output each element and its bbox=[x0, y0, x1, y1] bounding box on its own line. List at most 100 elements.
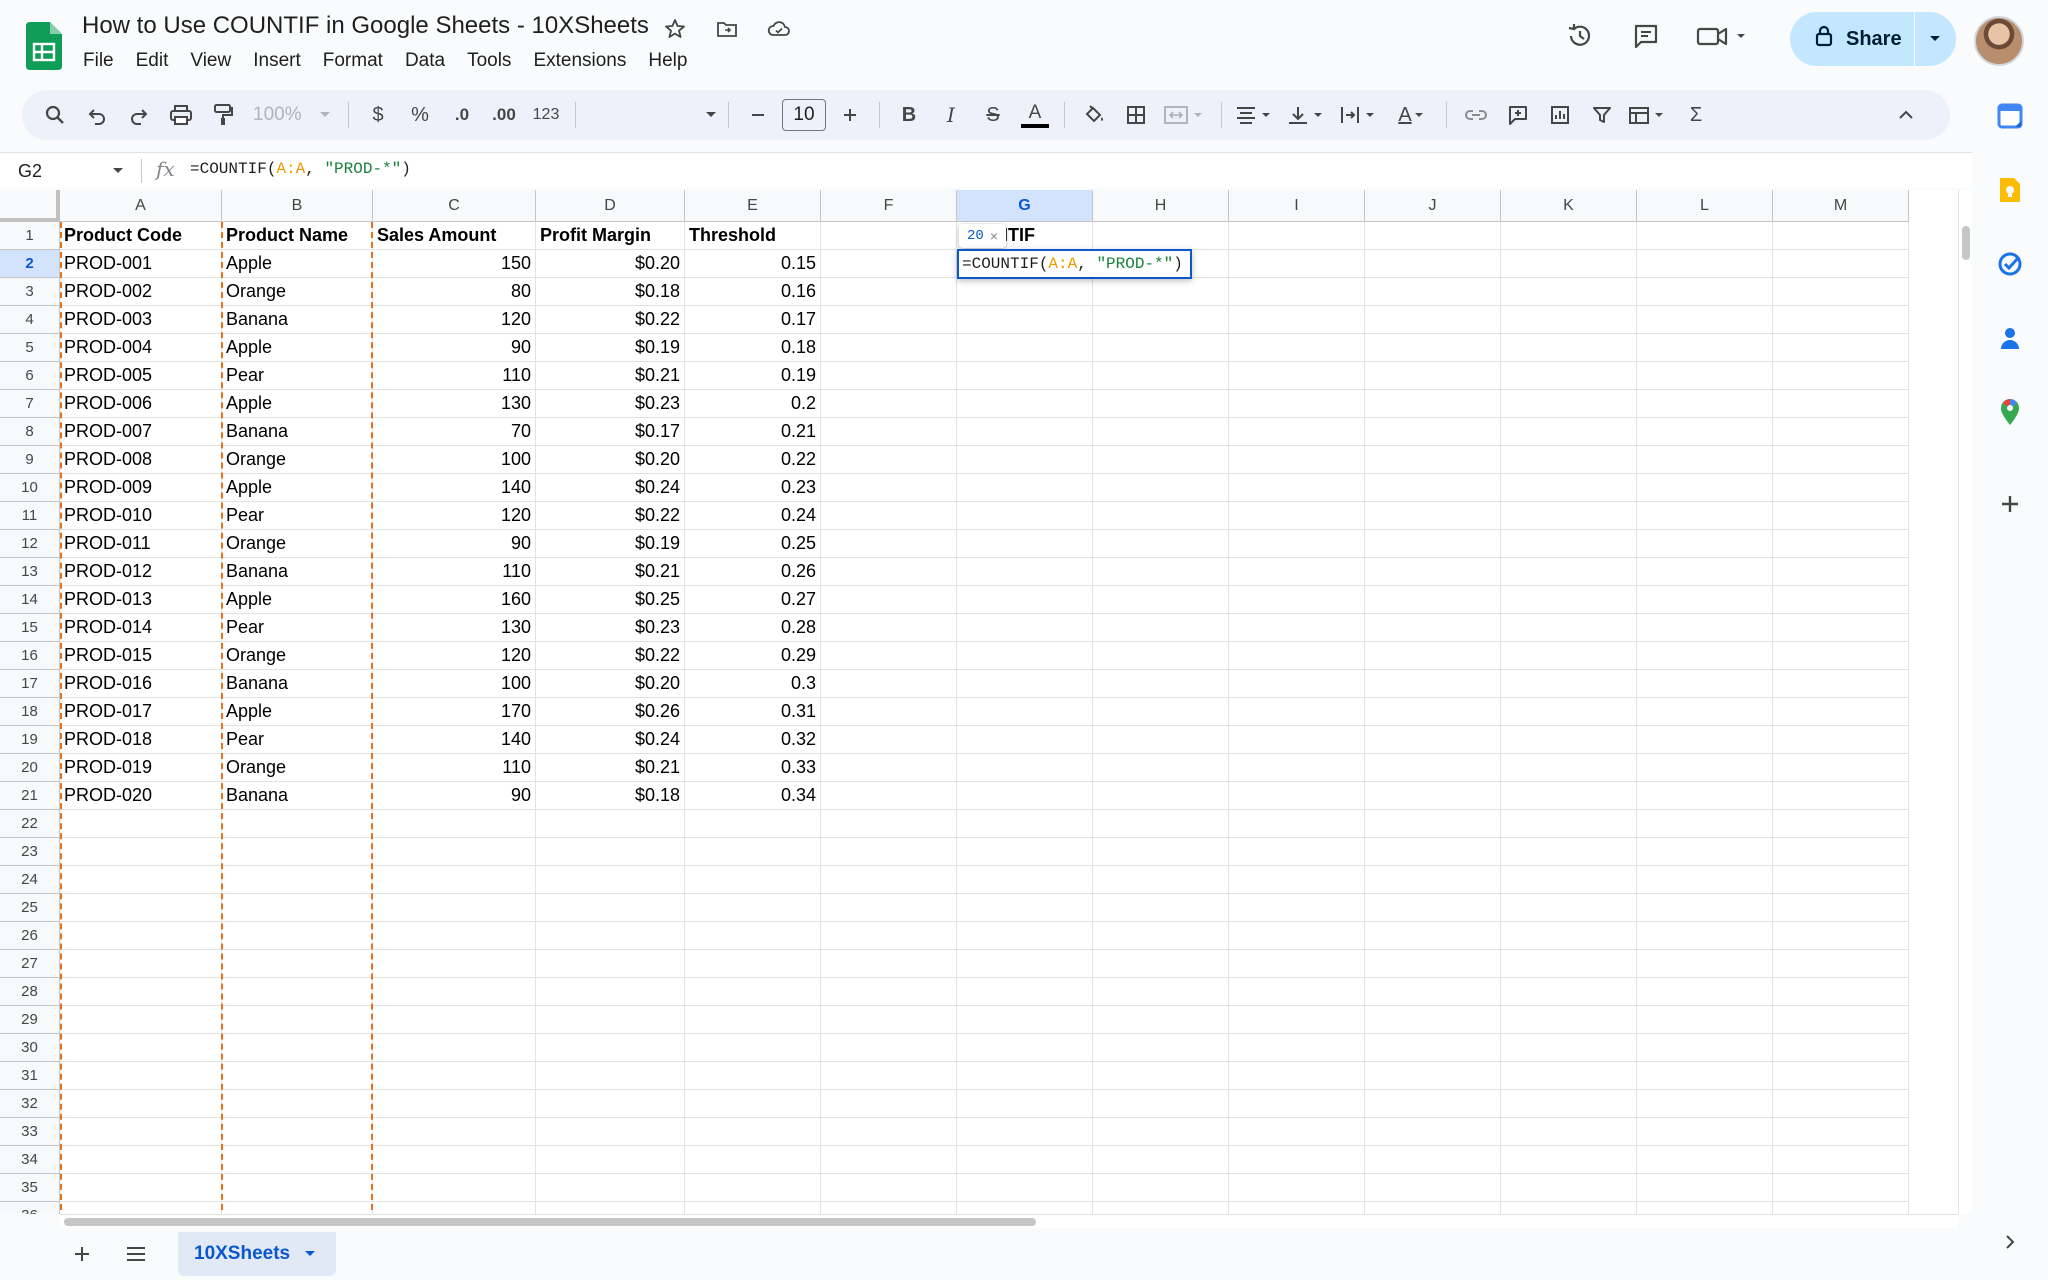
cell-d30[interactable] bbox=[536, 1034, 685, 1062]
cell-l4[interactable] bbox=[1637, 306, 1773, 334]
comments-icon[interactable] bbox=[1622, 12, 1670, 60]
cell-a19[interactable]: PROD-018 bbox=[60, 726, 222, 754]
cell-k5[interactable] bbox=[1501, 334, 1637, 362]
cell-k25[interactable] bbox=[1501, 894, 1637, 922]
cell-m19[interactable] bbox=[1773, 726, 1909, 754]
cell-h5[interactable] bbox=[1093, 334, 1229, 362]
cell-k18[interactable] bbox=[1501, 698, 1637, 726]
cell-m16[interactable] bbox=[1773, 642, 1909, 670]
cell-b6[interactable]: Pear bbox=[222, 362, 373, 390]
cell-d11[interactable]: $0.22 bbox=[536, 502, 685, 530]
row-header[interactable]: 29 bbox=[0, 1006, 60, 1034]
cell-l3[interactable] bbox=[1637, 278, 1773, 306]
cell-e13[interactable]: 0.26 bbox=[685, 558, 821, 586]
font-size-input[interactable]: 10 bbox=[782, 99, 826, 131]
cell-m1[interactable] bbox=[1773, 222, 1909, 250]
cell-a21[interactable]: PROD-020 bbox=[60, 782, 222, 810]
cell-e33[interactable] bbox=[685, 1118, 821, 1146]
tasks-icon[interactable] bbox=[1994, 248, 2026, 280]
cell-e11[interactable]: 0.24 bbox=[685, 502, 821, 530]
cell-m26[interactable] bbox=[1773, 922, 1909, 950]
meet-video-icon[interactable] bbox=[1688, 12, 1758, 60]
cell-m4[interactable] bbox=[1773, 306, 1909, 334]
row-header[interactable]: 33 bbox=[0, 1118, 60, 1146]
cell-k24[interactable] bbox=[1501, 866, 1637, 894]
row-header[interactable]: 12 bbox=[0, 530, 60, 558]
cell-m27[interactable] bbox=[1773, 950, 1909, 978]
cell-i31[interactable] bbox=[1229, 1062, 1365, 1090]
cell-j22[interactable] bbox=[1365, 810, 1501, 838]
cell-h15[interactable] bbox=[1093, 614, 1229, 642]
cell-j36[interactable] bbox=[1365, 1202, 1501, 1214]
cell-d7[interactable]: $0.23 bbox=[536, 390, 685, 418]
cell-h24[interactable] bbox=[1093, 866, 1229, 894]
cell-l34[interactable] bbox=[1637, 1146, 1773, 1174]
cell-j20[interactable] bbox=[1365, 754, 1501, 782]
cell-m32[interactable] bbox=[1773, 1090, 1909, 1118]
cell-c36[interactable] bbox=[373, 1202, 536, 1214]
cell-g25[interactable] bbox=[957, 894, 1093, 922]
cell-l17[interactable] bbox=[1637, 670, 1773, 698]
cell-f36[interactable] bbox=[821, 1202, 957, 1214]
cell-a11[interactable]: PROD-010 bbox=[60, 502, 222, 530]
cell-c34[interactable] bbox=[373, 1146, 536, 1174]
cell-h20[interactable] bbox=[1093, 754, 1229, 782]
select-all-corner[interactable] bbox=[0, 190, 60, 222]
cell-b36[interactable] bbox=[222, 1202, 373, 1214]
avatar[interactable] bbox=[1974, 16, 2024, 66]
row-header[interactable]: 27 bbox=[0, 950, 60, 978]
row-header[interactable]: 11 bbox=[0, 502, 60, 530]
cell-d14[interactable]: $0.25 bbox=[536, 586, 685, 614]
cell-d29[interactable] bbox=[536, 1006, 685, 1034]
cell-g30[interactable] bbox=[957, 1034, 1093, 1062]
cell-d27[interactable] bbox=[536, 950, 685, 978]
cell-e19[interactable]: 0.32 bbox=[685, 726, 821, 754]
cell-a17[interactable]: PROD-016 bbox=[60, 670, 222, 698]
cell-l14[interactable] bbox=[1637, 586, 1773, 614]
cell-a29[interactable] bbox=[60, 1006, 222, 1034]
document-title[interactable]: How to Use COUNTIF in Google Sheets - 10… bbox=[82, 12, 649, 40]
cell-l7[interactable] bbox=[1637, 390, 1773, 418]
row-header[interactable]: 26 bbox=[0, 922, 60, 950]
cell-l16[interactable] bbox=[1637, 642, 1773, 670]
cell-d24[interactable] bbox=[536, 866, 685, 894]
cell-m17[interactable] bbox=[1773, 670, 1909, 698]
cell-d36[interactable] bbox=[536, 1202, 685, 1214]
cell-m21[interactable] bbox=[1773, 782, 1909, 810]
cell-a26[interactable] bbox=[60, 922, 222, 950]
cell-m30[interactable] bbox=[1773, 1034, 1909, 1062]
cell-g33[interactable] bbox=[957, 1118, 1093, 1146]
row-header[interactable]: 32 bbox=[0, 1090, 60, 1118]
cell-l2[interactable] bbox=[1637, 250, 1773, 278]
cell-l25[interactable] bbox=[1637, 894, 1773, 922]
cell-k16[interactable] bbox=[1501, 642, 1637, 670]
cell-f31[interactable] bbox=[821, 1062, 957, 1090]
cell-j4[interactable] bbox=[1365, 306, 1501, 334]
maps-icon[interactable] bbox=[1994, 396, 2026, 428]
cell-h27[interactable] bbox=[1093, 950, 1229, 978]
cell-b13[interactable]: Banana bbox=[222, 558, 373, 586]
cell-e7[interactable]: 0.2 bbox=[685, 390, 821, 418]
cell-j19[interactable] bbox=[1365, 726, 1501, 754]
cell-f5[interactable] bbox=[821, 334, 957, 362]
cell-k1[interactable] bbox=[1501, 222, 1637, 250]
cell-i16[interactable] bbox=[1229, 642, 1365, 670]
cell-b7[interactable]: Apple bbox=[222, 390, 373, 418]
cell-i33[interactable] bbox=[1229, 1118, 1365, 1146]
cell-l28[interactable] bbox=[1637, 978, 1773, 1006]
borders-icon[interactable] bbox=[1118, 97, 1154, 133]
cell-e4[interactable]: 0.17 bbox=[685, 306, 821, 334]
cell-c21[interactable]: 90 bbox=[373, 782, 536, 810]
cell-e5[interactable]: 0.18 bbox=[685, 334, 821, 362]
cell-h23[interactable] bbox=[1093, 838, 1229, 866]
cell-c28[interactable] bbox=[373, 978, 536, 1006]
cell-c31[interactable] bbox=[373, 1062, 536, 1090]
cell-g10[interactable] bbox=[957, 474, 1093, 502]
cell-f23[interactable] bbox=[821, 838, 957, 866]
cell-c14[interactable]: 160 bbox=[373, 586, 536, 614]
cell-c6[interactable]: 110 bbox=[373, 362, 536, 390]
cell-k36[interactable] bbox=[1501, 1202, 1637, 1214]
cell-c11[interactable]: 120 bbox=[373, 502, 536, 530]
cell-f32[interactable] bbox=[821, 1090, 957, 1118]
cell-m35[interactable] bbox=[1773, 1174, 1909, 1202]
